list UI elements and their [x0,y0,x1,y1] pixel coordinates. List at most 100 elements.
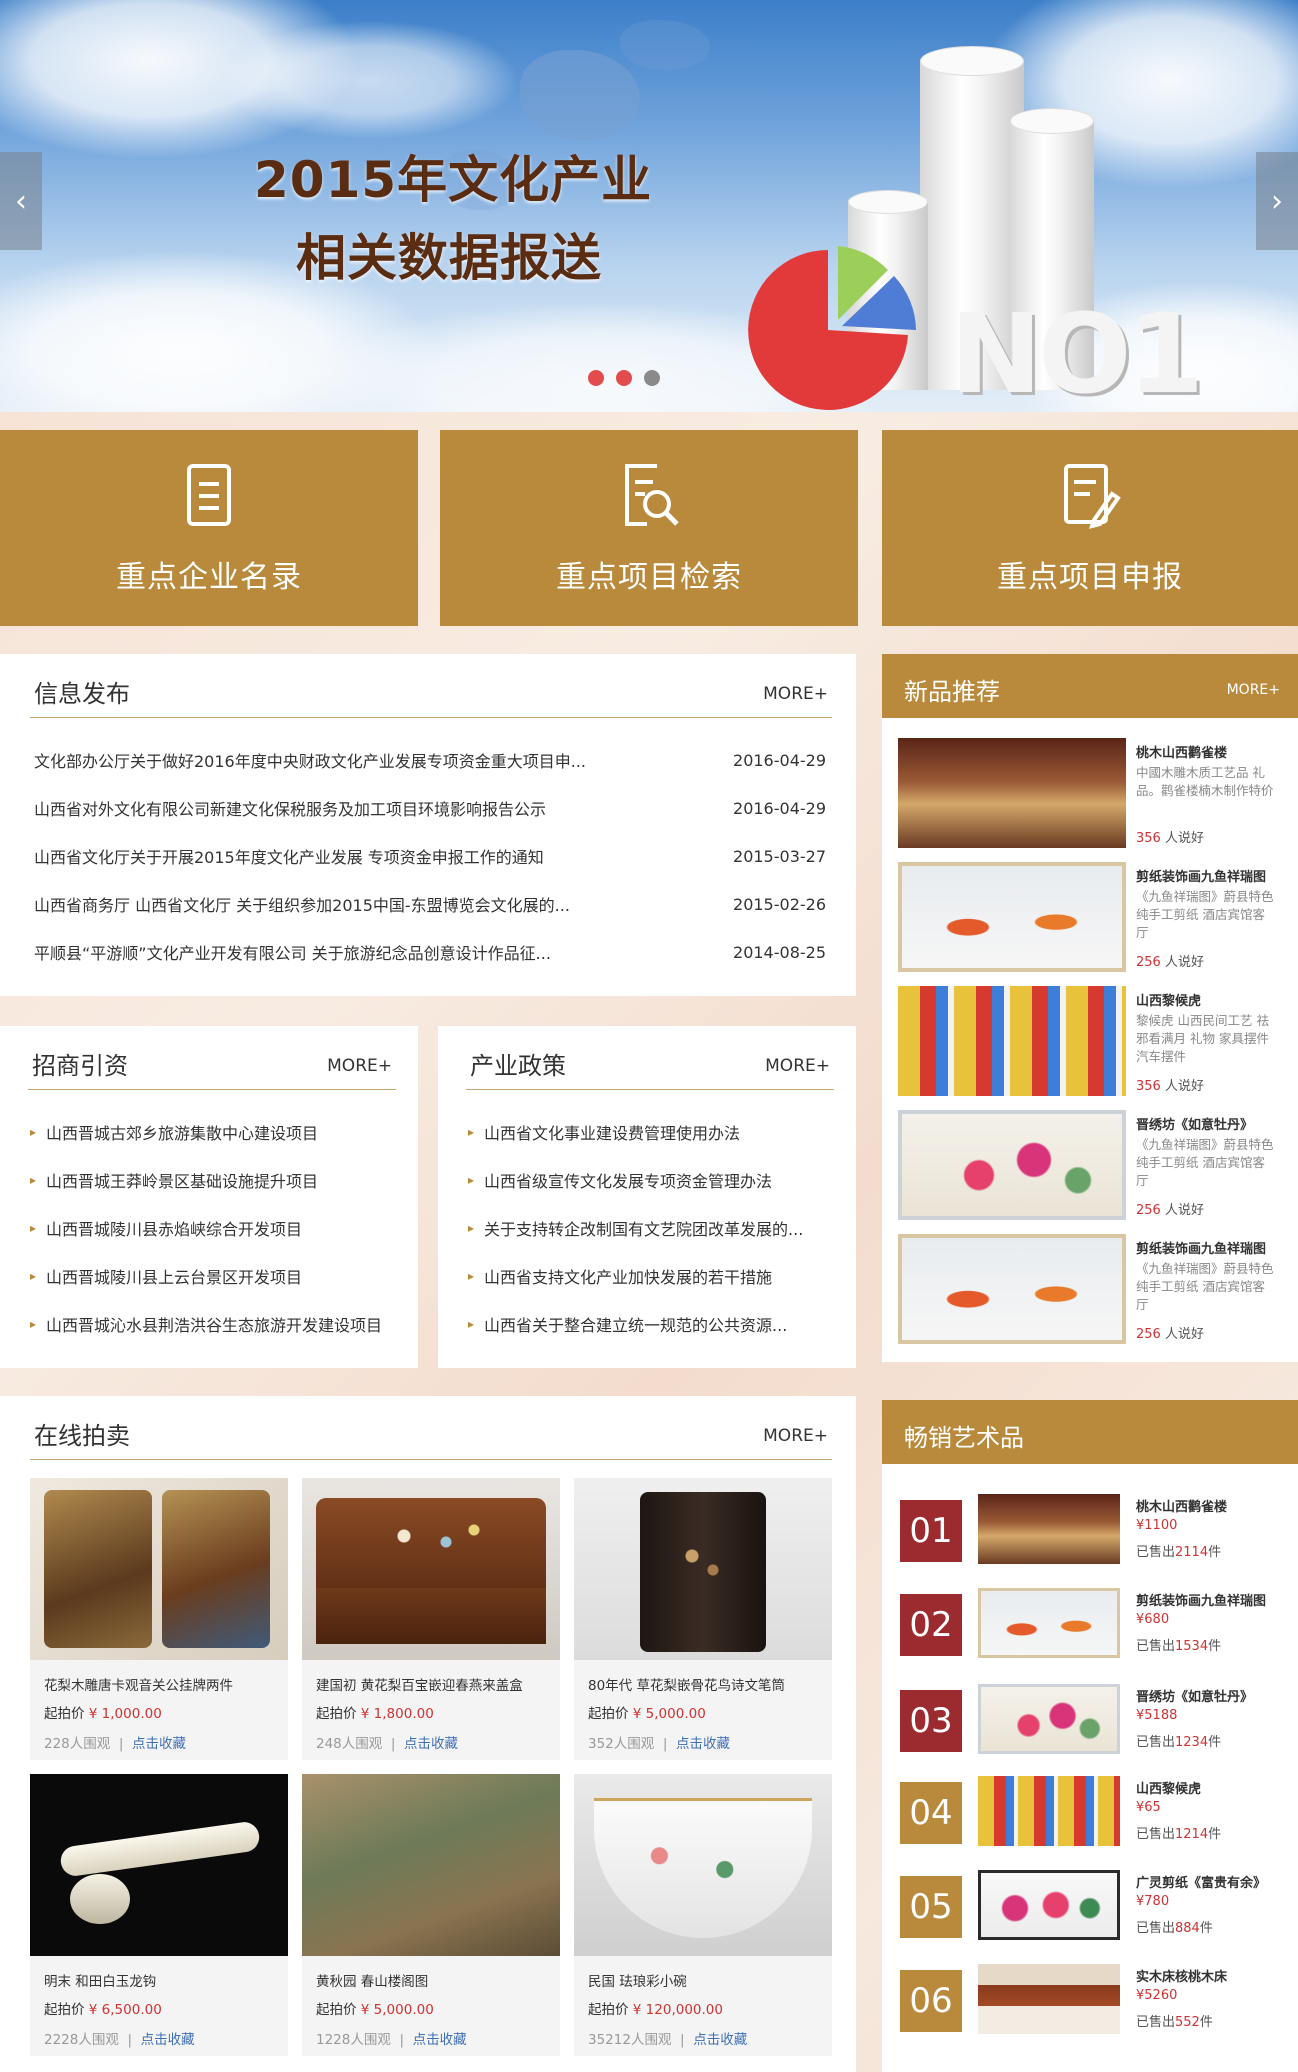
new-product-name: 剪纸装饰画九鱼祥瑞图 [1136,870,1267,885]
policy-item[interactable]: 山西省支持文化产业加快发展的若干措施 [468,1252,836,1300]
policy-panel-header: 产业政策 MORE+ [466,1026,834,1090]
bestseller-image[interactable] [978,1494,1120,1564]
favorite-link[interactable]: 点击收藏 [413,2032,467,2048]
news-item[interactable]: 山西省对外文化有限公司新建文化保税服务及加工项目环境影响报告公示 2016-04-… [34,784,826,832]
new-product-likes: 256 人说好 [1136,955,1204,970]
auction-item[interactable]: 民国 珐琅彩小碗 起拍价 ¥ 120,000.00 35212人围观 | 点击收… [574,1774,832,2056]
new-product-item[interactable]: 桃木山西鹳雀楼 中國木雕木质工艺品 礼品。鹳雀楼楠木制作特价 356 人说好 [898,738,1274,850]
news-item[interactable]: 文化部办公厅关于做好2016年度中央财政文化产业发展专项资金重大项目申... 20… [34,736,826,784]
new-product-desc: 《九鱼祥瑞图》蔚县特色纯手工剪纸 酒店宾馆客厅 [1136,1137,1274,1188]
new-product-desc: 《九鱼祥瑞图》蔚县特色纯手工剪纸 酒店宾馆客厅 [1136,1261,1274,1312]
hero-banner[interactable]: 2015年文化产业 相关数据报送 NO1 ‹ › [0,0,1298,412]
auction-item-image[interactable] [574,1774,832,1956]
auction-item-image[interactable] [30,1478,288,1660]
banner-next-button[interactable]: › [1256,152,1298,250]
auction-item[interactable]: 花梨木雕唐卡观音关公挂牌两件 起拍价 ¥ 1,000.00 228人围观 | 点… [30,1478,288,1760]
bestseller-item[interactable]: 03 晋绣坊《如意牡丹》 ¥5188 已售出1234件 [898,1684,1278,1754]
new-product-item[interactable]: 剪纸装饰画九鱼祥瑞图 《九鱼祥瑞图》蔚县特色纯手工剪纸 酒店宾馆客厅 256 人… [898,1234,1274,1346]
new-product-image[interactable] [898,1234,1126,1344]
policy-list: 山西省文化事业建设费管理使用办法 山西省级宣传文化发展专项资金管理办法 关于支持… [468,1108,836,1348]
invest-item[interactable]: 山西晋城王莽岭景区基础设施提升项目 [30,1156,398,1204]
new-product-desc: 中國木雕木质工艺品 礼品。鹳雀楼楠木制作特价 [1136,765,1274,798]
favorite-link[interactable]: 点击收藏 [676,1736,730,1752]
news-item[interactable]: 平顺县“平游顺”文化产业开发有限公司 关于旅游纪念品创意设计作品征... 2014… [34,928,826,976]
favorite-link[interactable]: 点击收藏 [141,2032,195,2048]
bestseller-sold: 已售出1234件 [1136,1735,1222,1750]
policy-panel: 产业政策 MORE+ 山西省文化事业建设费管理使用办法 山西省级宣传文化发展专项… [438,1026,856,1368]
bestseller-name: 剪纸装饰画九鱼祥瑞图 [1136,1594,1267,1609]
new-product-image[interactable] [898,986,1126,1096]
no1-badge: NO1 [950,290,1204,412]
auction-item-price: 起拍价 ¥ 120,000.00 [588,2002,723,2018]
invest-list: 山西晋城古郊乡旅游集散中心建设项目 山西晋城王莽岭景区基础设施提升项目 山西晋城… [30,1108,398,1348]
auction-item-views: 352人围观 | 点击收藏 [588,1736,731,1752]
new-product-image[interactable] [898,862,1126,972]
auction-item-price: 起拍价 ¥ 5,000.00 [588,1706,706,1722]
auction-item-image[interactable] [302,1478,560,1660]
new-product-item[interactable]: 山西黎候虎 黎候虎 山西民间工艺 祛邪看满月 礼物 家具摆件 汽车摆件 356 … [898,986,1269,1098]
bestseller-image[interactable] [978,1776,1120,1846]
bestseller-name: 山西黎候虎 [1136,1782,1202,1797]
bestseller-name: 广灵剪纸《富贵有余》 [1136,1876,1267,1891]
invest-item[interactable]: 山西晋城沁水县荆浩洪谷生态旅游开发建设项目 [30,1300,398,1348]
new-product-image[interactable] [898,1110,1126,1220]
invest-item[interactable]: 山西晋城古郊乡旅游集散中心建设项目 [30,1108,398,1156]
auction-item-views: 248人围观 | 点击收藏 [316,1736,459,1752]
bestseller-item[interactable]: 04 山西黎候虎 ¥65 已售出1214件 [898,1776,1278,1846]
invest-item[interactable]: 山西晋城陵川县赤焰峡综合开发项目 [30,1204,398,1252]
quick-link-label: 重点企业名录 [116,560,302,595]
auction-item[interactable]: 黄秋园 春山楼阁图 起拍价 ¥ 5,000.00 1228人围观 | 点击收藏 [302,1774,560,2056]
bestseller-item[interactable]: 06 实木床核桃木床 ¥5260 已售出552件 [898,1964,1278,2034]
bestseller-image[interactable] [978,1588,1120,1658]
auction-item-image[interactable] [30,1774,288,1956]
auction-item[interactable]: 建国初 黄花梨百宝嵌迎春燕来盖盒 起拍价 ¥ 1,800.00 248人围观 |… [302,1478,560,1760]
auction-item-views: 35212人围观 | 点击收藏 [588,2032,748,2048]
news-item[interactable]: 山西省文化厅关于开展2015年度文化产业发展 专项资金申报工作的通知 2015-0… [34,832,826,880]
invest-more-link[interactable]: MORE+ [327,1056,392,1076]
invest-item[interactable]: 山西晋城陵川县上云台景区开发项目 [30,1252,398,1300]
bestseller-image[interactable] [978,1964,1120,2034]
bestseller-price: ¥680 [1136,1612,1170,1627]
auction-item-image[interactable] [574,1478,832,1660]
new-product-item[interactable]: 晋绣坊《如意牡丹》 《九鱼祥瑞图》蔚县特色纯手工剪纸 酒店宾馆客厅 256 人说… [898,1110,1274,1222]
new-product-item[interactable]: 剪纸装饰画九鱼祥瑞图 《九鱼祥瑞图》蔚县特色纯手工剪纸 酒店宾馆客厅 256 人… [898,862,1274,974]
auction-item[interactable]: 80年代 草花梨嵌骨花鸟诗文笔筒 起拍价 ¥ 5,000.00 352人围观 |… [574,1478,832,1760]
auction-item-name: 建国初 黄花梨百宝嵌迎春燕来盖盒 [316,1678,523,1694]
policy-item[interactable]: 山西省关于整合建立统一规范的公共资源... [468,1300,836,1348]
document-icon [187,464,231,526]
bestseller-sold: 已售出552件 [1136,2015,1213,2030]
quick-link-project-search[interactable]: 重点项目检索 [440,430,858,626]
banner-prev-button[interactable]: ‹ [0,152,42,250]
bestseller-item[interactable]: 02 剪纸装饰画九鱼祥瑞图 ¥680 已售出1534件 [898,1588,1278,1658]
quick-link-enterprise-directory[interactable]: 重点企业名录 [0,430,418,626]
auction-item[interactable]: 明末 和田白玉龙钩 起拍价 ¥ 6,500.00 2228人围观 | 点击收藏 [30,1774,288,2056]
banner-dot-1[interactable] [588,370,604,386]
bestseller-item[interactable]: 01 桃木山西鹳雀楼 ¥1100 已售出2114件 [898,1494,1278,1564]
favorite-link[interactable]: 点击收藏 [132,1736,186,1752]
new-product-image[interactable] [898,738,1126,848]
bestseller-item[interactable]: 05 广灵剪纸《富贵有余》 ¥780 已售出884件 [898,1870,1278,1940]
new-products-more-link[interactable]: MORE+ [1227,682,1280,698]
news-panel-header: 信息发布 MORE+ [30,654,832,718]
new-products-title: 新品推荐 [904,678,1000,706]
rank-badge: 06 [900,1970,962,2032]
policy-more-link[interactable]: MORE+ [765,1056,830,1076]
bestseller-price: ¥780 [1136,1894,1170,1909]
policy-item[interactable]: 山西省级宣传文化发展专项资金管理办法 [468,1156,836,1204]
news-more-link[interactable]: MORE+ [763,684,828,704]
policy-item[interactable]: 关于支持转企改制国有文艺院团改革发展的... [468,1204,836,1252]
favorite-link[interactable]: 点击收藏 [404,1736,458,1752]
bestsellers-title: 畅销艺术品 [904,1424,1024,1452]
news-item[interactable]: 山西省商务厅 山西省文化厅 关于组织参加2015中国-东盟博览会文化展的... 2… [34,880,826,928]
bestseller-sold: 已售出884件 [1136,1921,1213,1936]
favorite-link[interactable]: 点击收藏 [693,2032,747,2048]
banner-dot-2[interactable] [616,370,632,386]
bestseller-image[interactable] [978,1684,1120,1754]
auction-more-link[interactable]: MORE+ [763,1426,828,1446]
bestseller-image[interactable] [978,1870,1120,1940]
quick-link-project-apply[interactable]: 重点项目申报 [882,430,1298,626]
auction-item-image[interactable] [302,1774,560,1956]
banner-dot-3[interactable] [644,370,660,386]
bestseller-name: 桃木山西鹳雀楼 [1136,1500,1228,1515]
policy-item[interactable]: 山西省文化事业建设费管理使用办法 [468,1108,836,1156]
